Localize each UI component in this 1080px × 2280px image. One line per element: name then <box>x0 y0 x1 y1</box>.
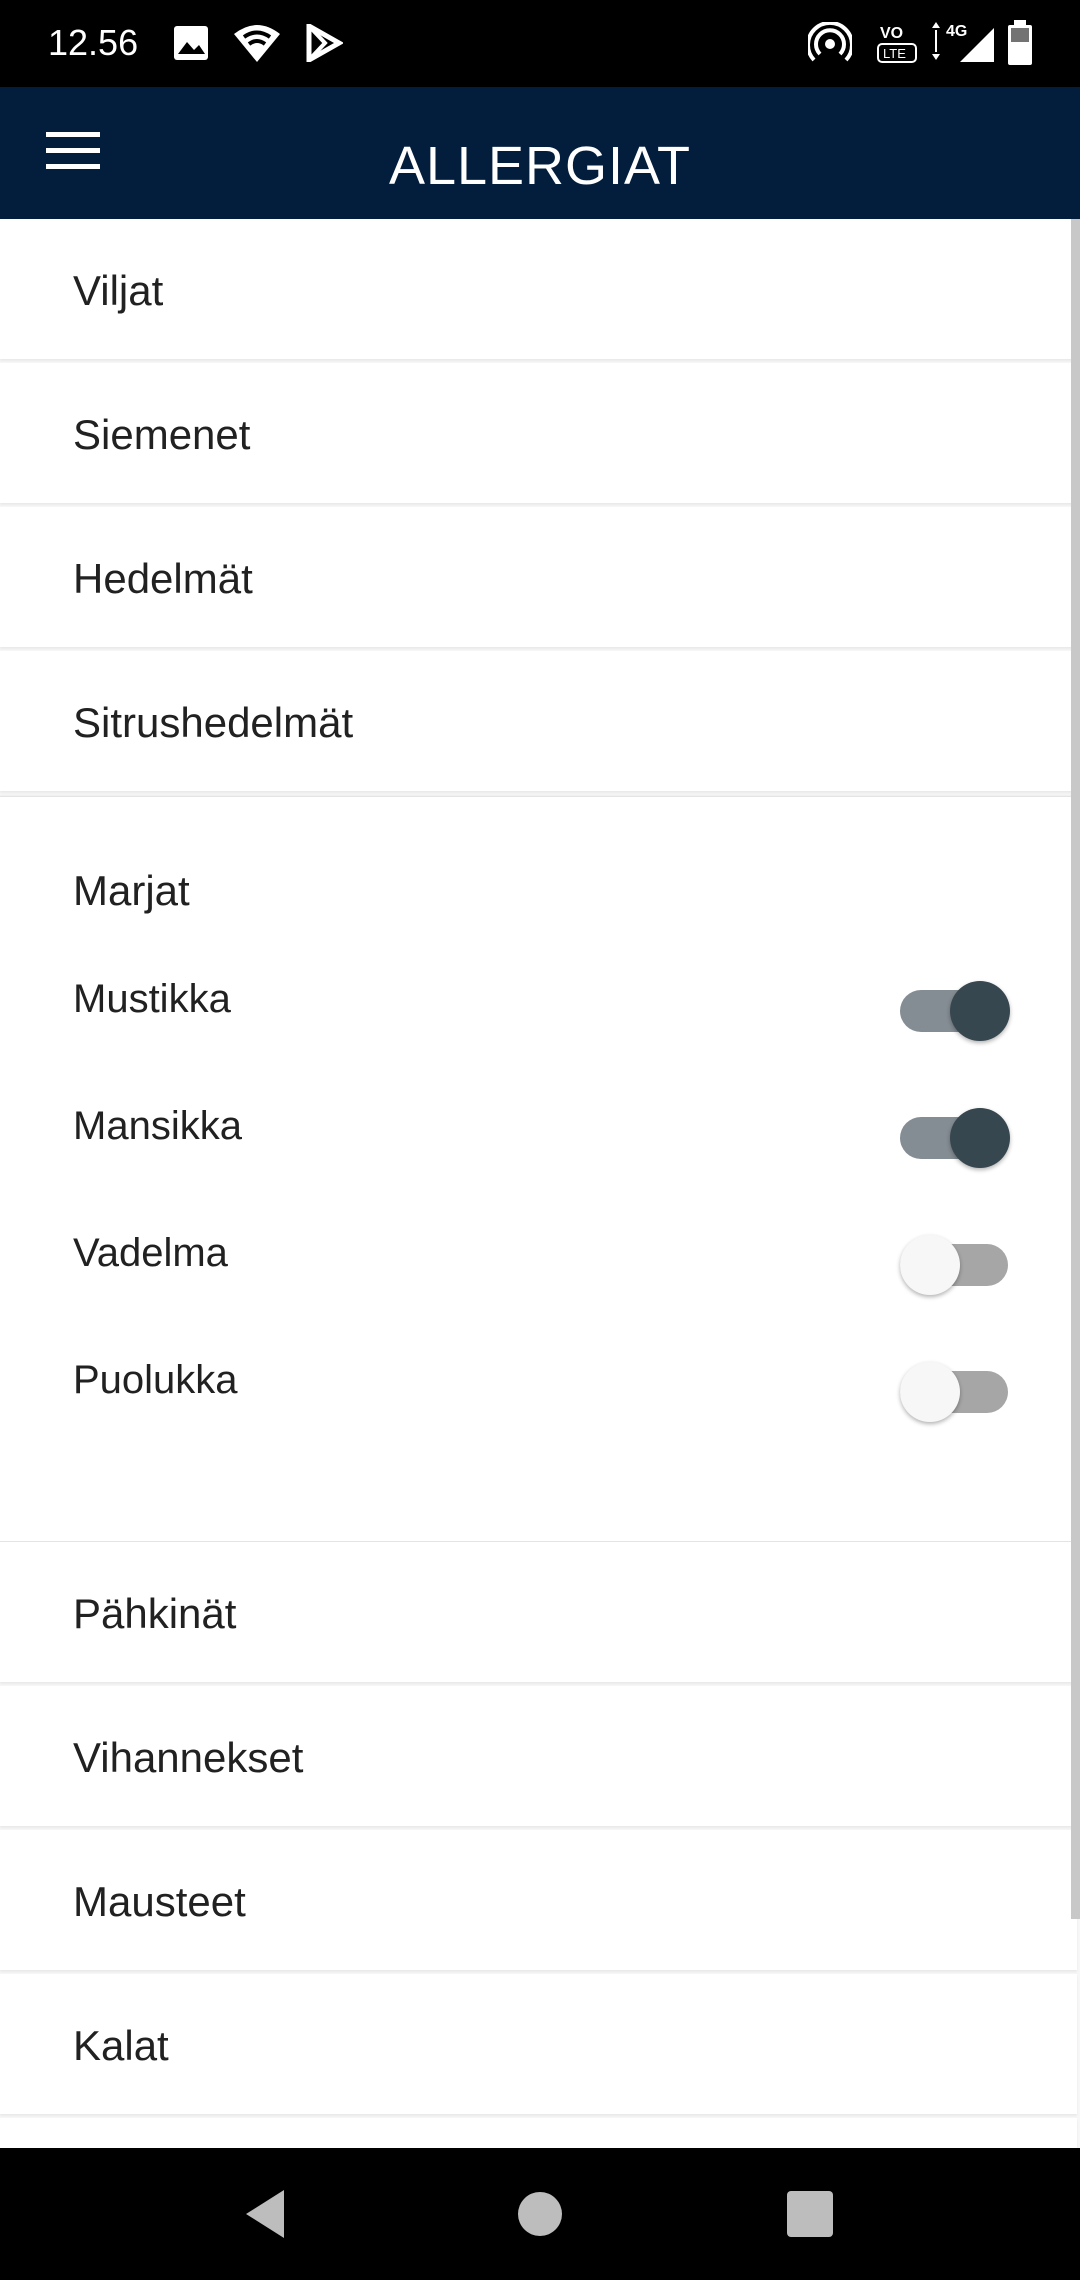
category-label: Viljat <box>73 267 164 314</box>
toggle-thumb <box>900 1235 960 1295</box>
toggle-thumb <box>950 981 1010 1041</box>
page-title: ALLERGIAT <box>388 136 692 196</box>
category-label: Sitrushedelmät <box>73 699 354 746</box>
category-row-mausteet[interactable]: Mausteet <box>0 1830 1077 1970</box>
category-label: Vihannekset <box>73 1734 304 1781</box>
allergy-category-list[interactable]: Viljat Siemenet Hedelmät Sitrushedelmät … <box>0 219 1080 2149</box>
svg-text:VO: VO <box>880 25 903 42</box>
wifi-icon <box>232 22 282 69</box>
system-nav-bar <box>0 2148 1080 2280</box>
allergen-label: Mustikka <box>73 977 231 1021</box>
category-label: Kalat <box>73 2022 169 2069</box>
category-row-pahkinat[interactable]: Pähkinät <box>0 1542 1077 1682</box>
volte-icon: VO LTE <box>876 18 920 71</box>
allergen-label: Puolukka <box>73 1358 238 1402</box>
play-store-icon <box>305 21 345 67</box>
allergen-row-puolukka: Puolukka <box>0 1328 1077 1438</box>
allergen-label: Vadelma <box>73 1231 228 1275</box>
expanded-category-marjat: Marjat Mustikka Mansikka Vadelma Puolukk… <box>0 796 1077 1542</box>
category-row-partial[interactable] <box>0 2118 1077 2149</box>
category-row-hedelmat[interactable]: Hedelmät <box>0 507 1077 647</box>
svg-text:LTE: LTE <box>883 46 906 61</box>
toggle-switch[interactable] <box>900 1231 1010 1295</box>
toggle-thumb <box>900 1362 960 1422</box>
home-icon[interactable] <box>510 2186 570 2242</box>
toggle-thumb <box>950 1108 1010 1168</box>
image-icon <box>172 24 210 67</box>
category-row-kalat[interactable]: Kalat <box>0 1974 1077 2114</box>
toggle-switch[interactable] <box>900 1358 1010 1422</box>
toggle-switch[interactable] <box>900 1104 1010 1168</box>
back-icon[interactable] <box>240 2186 300 2242</box>
app-bar: ALLERGIAT <box>0 87 1080 219</box>
category-row-sitrushedelmat[interactable]: Sitrushedelmät <box>0 651 1077 791</box>
category-label: Mausteet <box>73 1878 246 1925</box>
status-bar: 12.56 VO LTE 4G <box>0 0 1080 87</box>
svg-text:4G: 4G <box>946 23 967 40</box>
expanded-category-title[interactable]: Marjat <box>73 867 190 915</box>
category-label: Hedelmät <box>73 555 253 602</box>
signal-4g-icon: 4G <box>928 20 998 71</box>
toggle-switch[interactable] <box>900 977 1010 1041</box>
category-label: Pähkinät <box>73 1590 237 1637</box>
allergen-row-vadelma: Vadelma <box>0 1201 1077 1311</box>
status-time: 12.56 <box>48 22 139 63</box>
recents-icon[interactable] <box>780 2186 840 2242</box>
allergen-row-mansikka: Mansikka <box>0 1074 1077 1184</box>
battery-icon <box>1006 20 1034 71</box>
category-row-siemenet[interactable]: Siemenet <box>0 363 1077 503</box>
category-row-viljat[interactable]: Viljat <box>0 219 1077 359</box>
category-label: Siemenet <box>73 411 251 458</box>
allergen-label: Mansikka <box>73 1104 242 1148</box>
allergen-row-mustikka: Mustikka <box>0 947 1077 1057</box>
hotspot-icon <box>806 20 854 71</box>
scrollbar[interactable] <box>1071 219 1080 1919</box>
category-row-vihannekset[interactable]: Vihannekset <box>0 1686 1077 1826</box>
